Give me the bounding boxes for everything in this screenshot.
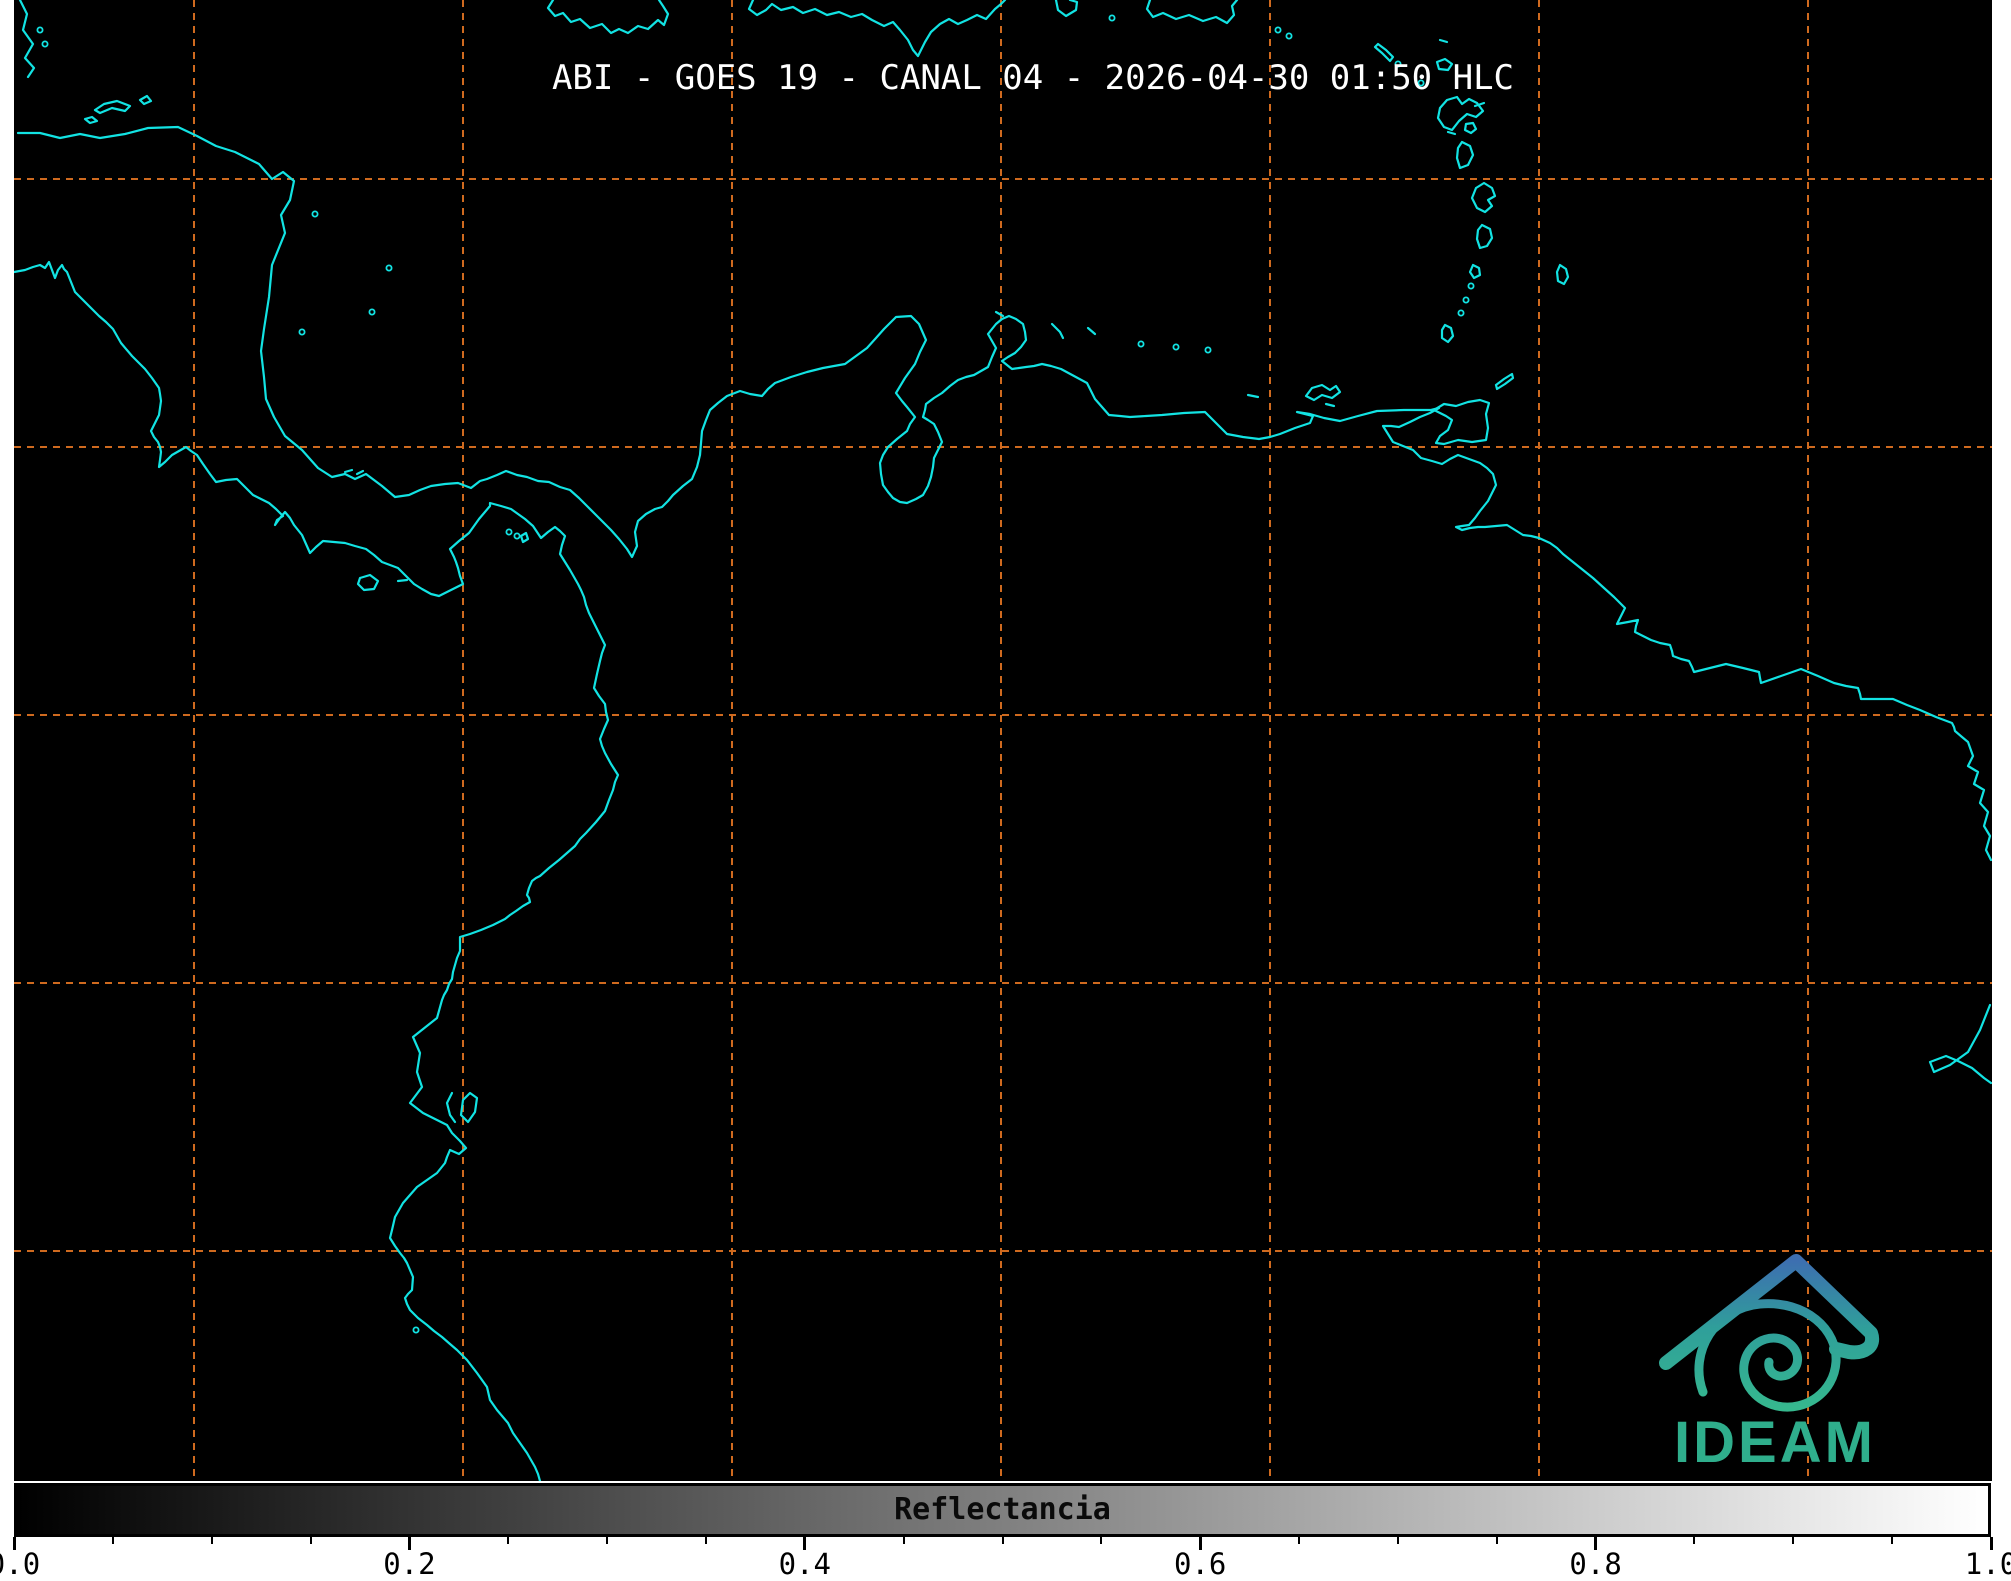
image-title: ABI - GOES 19 - CANAL 04 - 2026-04-30 01… xyxy=(551,58,1515,98)
coastline-margarita xyxy=(1304,383,1342,402)
small-island xyxy=(298,328,306,336)
graticule-layer xyxy=(14,0,1992,1481)
small-island xyxy=(36,26,44,34)
colorbar-minor-tick xyxy=(1792,1537,1795,1544)
coastline-dominica xyxy=(1455,140,1475,170)
coastline-bonaire xyxy=(1086,326,1097,336)
ideam-mountain-icon xyxy=(1659,1254,1880,1370)
coastline-roatan xyxy=(93,99,132,115)
coastline-curacao xyxy=(1050,322,1065,340)
small-island xyxy=(1172,343,1180,351)
colorbar-tick-label: 0.2 xyxy=(383,1547,436,1581)
colorbar-minor-tick xyxy=(1100,1537,1103,1544)
coastline-jamaica xyxy=(546,0,670,35)
small-island xyxy=(505,528,513,536)
reflectance-colorbar: Reflectancia xyxy=(14,1483,1991,1537)
coastline-caribbean-mainland xyxy=(16,125,1992,862)
small-island xyxy=(1285,32,1293,40)
colorbar-minor-tick xyxy=(606,1537,609,1544)
coastline-trinidad xyxy=(1432,398,1491,446)
small-island xyxy=(1457,309,1465,317)
small-island xyxy=(1467,282,1475,290)
colorbar-label: Reflectancia xyxy=(894,1492,1111,1527)
colorbar-tick-label: 0.6 xyxy=(1173,1547,1227,1581)
colorbar-minor-tick xyxy=(111,1537,114,1544)
small-island xyxy=(1462,296,1470,304)
colorbar-minor-tick xyxy=(1495,1537,1498,1544)
coastline-barbados xyxy=(1555,263,1570,286)
colorbar-tick-label: 0.8 xyxy=(1569,1547,1622,1581)
coastline-pearl-islands xyxy=(519,531,530,544)
coastline-st-lucia xyxy=(1475,223,1494,250)
colorbar-minor-tick xyxy=(902,1537,905,1544)
small-island xyxy=(311,210,319,218)
small-island xyxy=(368,308,376,316)
coastline-cebaco xyxy=(396,578,409,583)
coastline-saona xyxy=(1054,0,1079,18)
colorbar-minor-tick xyxy=(1396,1537,1399,1544)
colorbar-minor-tick xyxy=(210,1537,213,1544)
coastline-la-tortuga xyxy=(1246,393,1260,399)
coastline-belize-edge xyxy=(18,0,36,79)
coastline-guadeloupe xyxy=(1436,95,1485,132)
coastline-st-vincent xyxy=(1468,263,1482,280)
colorbar-tick-label: 0.4 xyxy=(778,1547,831,1581)
colorbar-minor-tick xyxy=(507,1537,510,1544)
coastline-puerto-rico-south xyxy=(1145,0,1239,25)
colorbar-tick-labels: 0.0 0.2 0.4 0.6 0.8 1.0 xyxy=(0,1547,2011,1581)
coastline-tobago xyxy=(1494,372,1515,391)
coastline-bocas-del-toro-1 xyxy=(343,468,354,474)
colorbar-tick-label: 1.0 xyxy=(1964,1547,2011,1581)
coastline-grenada xyxy=(1440,323,1455,344)
coastline-les-saintes xyxy=(1446,130,1457,136)
colorbar-tick-label: 0.0 xyxy=(0,1547,41,1581)
coastline-hispaniola-south xyxy=(747,0,1007,58)
small-island xyxy=(1137,340,1145,348)
colorbar-minor-tick xyxy=(704,1537,707,1544)
coastline-guayas-channel xyxy=(445,1091,457,1124)
colorbar-minor-tick xyxy=(1891,1537,1894,1544)
colorbar-minor-tick xyxy=(1298,1537,1301,1544)
coastlines-layer xyxy=(14,0,1992,1481)
coastline-coiba xyxy=(356,573,380,592)
coastline-barbuda xyxy=(1438,38,1449,44)
satellite-map-image: IDEAM ABI - GOES 19 - CANAL 04 - 2026-04… xyxy=(14,0,1992,1481)
small-island xyxy=(385,264,393,272)
coastline-amazon-mouth xyxy=(1928,1003,1992,1085)
ideam-logo-text: IDEAM xyxy=(1674,1410,1876,1475)
colorbar-minor-tick xyxy=(1001,1537,1004,1544)
small-island xyxy=(513,532,521,540)
map-canvas: IDEAM xyxy=(14,0,1992,1481)
coastline-pacific-mainland xyxy=(14,260,620,1481)
coastline-coche xyxy=(1324,402,1336,408)
small-island xyxy=(1204,346,1212,354)
small-island xyxy=(1108,14,1116,22)
small-island xyxy=(41,40,49,48)
coastline-marie-galante xyxy=(1463,121,1478,135)
ideam-spiral-icon xyxy=(1694,1299,1841,1412)
colorbar-minor-tick xyxy=(1693,1537,1696,1544)
small-island xyxy=(412,1326,420,1334)
satellite-viewer-screen: { "title": "ABI - GOES 19 - CANAL 04 - 2… xyxy=(0,0,2011,1581)
coastline-utila xyxy=(83,115,99,125)
coastline-bocas-del-toro-2 xyxy=(355,469,365,476)
ideam-logo: IDEAM xyxy=(1659,1254,1880,1475)
small-island xyxy=(1274,26,1282,34)
colorbar-minor-tick xyxy=(309,1537,312,1544)
coastline-martinique xyxy=(1470,181,1497,214)
